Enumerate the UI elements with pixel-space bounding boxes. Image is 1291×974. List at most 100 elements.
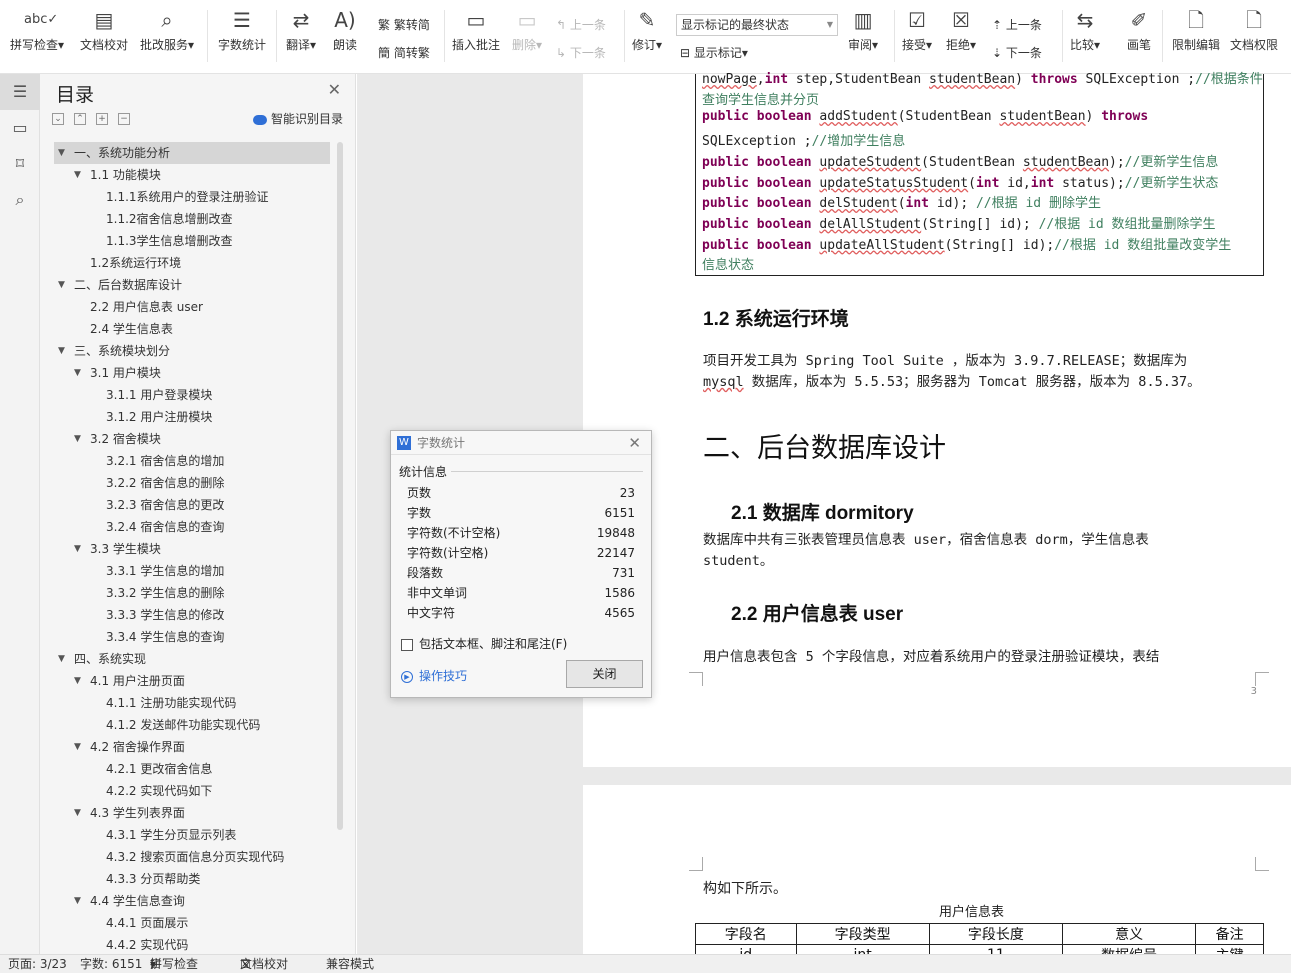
tips-link[interactable]: ▶ 操作技巧 xyxy=(401,667,467,684)
table-header-cell: 字段类型 xyxy=(795,923,930,945)
prev-change-button[interactable]: ⇡ 上一条 xyxy=(992,16,1042,33)
toc-item[interactable]: 4.3.3 分页帮助类 xyxy=(54,868,330,890)
spell-check-button[interactable]: abc✓ 拼写检查▾ xyxy=(10,6,64,53)
doc-permission-button[interactable]: 🗋 文档权限 xyxy=(1230,6,1278,53)
toc-item[interactable]: 4.1.1 注册功能实现代码 xyxy=(54,692,330,714)
toc-item[interactable]: 3.3.1 学生信息的增加 xyxy=(54,560,330,582)
delete-comment-button[interactable]: ▭ 删除▾ xyxy=(512,6,542,53)
paragraph-db-2: student。 xyxy=(703,553,774,569)
toc-item[interactable]: 3.2.3 宿舍信息的更改 xyxy=(54,494,330,516)
toc-item[interactable]: ▼ 二、后台数据库设计 xyxy=(54,274,330,296)
code-token: ); xyxy=(1109,154,1125,170)
toc-item[interactable]: ▼ 3.3 学生模块 xyxy=(54,538,330,560)
chevron-down-icon[interactable]: ▼ xyxy=(74,164,81,186)
simp-to-trad-button[interactable]: 簡 简转繁 xyxy=(378,44,430,61)
doc-proof-button[interactable]: ▤ 文档校对 xyxy=(80,6,128,53)
toc-item[interactable]: 3.3.2 学生信息的删除 xyxy=(54,582,330,604)
toc-item[interactable]: 4.1.2 发送邮件功能实现代码 xyxy=(54,714,330,736)
restrict-edit-button[interactable]: 🗋 限制编辑 xyxy=(1172,6,1220,53)
toc-item[interactable]: ▼ 四、系统实现 xyxy=(54,648,330,670)
toc-item[interactable]: 4.4.1 页面展示 xyxy=(54,912,330,934)
toc-item[interactable]: ▼ 4.3 学生列表界面 xyxy=(54,802,330,824)
smart-toc-button[interactable]: 智能识别目录 xyxy=(252,110,343,127)
toc-item[interactable]: 1.1.1系统用户的登录注册验证 xyxy=(54,186,330,208)
remove-heading-icon[interactable]: − xyxy=(118,113,130,125)
next-change-button[interactable]: ⇣ 下一条 xyxy=(992,44,1042,61)
toc-item[interactable]: ▼ 3.1 用户模块 xyxy=(54,362,330,384)
revise-button[interactable]: ✎ 修订▾ xyxy=(632,6,662,53)
toc-item[interactable]: 4.3.1 学生分页显示列表 xyxy=(54,824,330,846)
review-button[interactable]: ▥ 审阅▾ xyxy=(848,6,878,53)
toc-item[interactable]: ▼ 三、系统模块划分 xyxy=(54,340,330,362)
toc-item[interactable]: 3.1.2 用户注册模块 xyxy=(54,406,330,428)
status-spell-check[interactable]: ☑ 拼写检查 ▾ xyxy=(150,955,198,974)
close-icon[interactable]: ✕ xyxy=(628,431,641,455)
close-icon[interactable]: ✕ xyxy=(328,80,341,99)
toc-item[interactable]: 1.1.3学生信息增删改查 xyxy=(54,230,330,252)
code-token: (int id); xyxy=(897,196,976,212)
toc-item[interactable]: ▼ 1.1 功能模块 xyxy=(54,164,330,186)
word-count-button[interactable]: ☰ 字数统计 xyxy=(218,6,266,53)
translate-button[interactable]: ⇄ 翻译▾ xyxy=(286,6,316,53)
prev-comment-button[interactable]: ↰ 上一条 xyxy=(556,16,606,33)
reject-icon: ☒ xyxy=(952,8,970,32)
dialog-titlebar[interactable]: W 字数统计 ✕ xyxy=(391,431,651,455)
expand-all-icon[interactable]: ⌃ xyxy=(74,113,86,125)
pen-button[interactable]: ✐ 画笔 xyxy=(1126,6,1152,53)
chevron-down-icon[interactable]: ▼ xyxy=(74,890,81,912)
search-icon[interactable]: ⌕ xyxy=(0,182,40,218)
insert-comment-button[interactable]: ▭ 插入批注 xyxy=(452,6,500,53)
chevron-down-icon[interactable]: ▼ xyxy=(74,736,81,758)
chevron-down-icon[interactable]: ▼ xyxy=(58,142,65,164)
toc-item[interactable]: 4.4.2 实现代码 xyxy=(54,934,330,952)
chevron-down-icon[interactable]: ▼ xyxy=(74,362,81,384)
next-comment-button[interactable]: ↳ 下一条 xyxy=(556,44,606,61)
toc-item[interactable]: ▼ 3.2 宿舍模块 xyxy=(54,428,330,450)
code-token: studentBean xyxy=(929,72,1016,87)
show-markup-button[interactable]: ⊟ 显示标记▾ xyxy=(680,44,748,61)
toc-item[interactable]: ▼ 一、系统功能分析 xyxy=(54,142,330,164)
chapter-icon[interactable]: ▭ xyxy=(0,110,40,146)
markup-state-select[interactable]: 显示标记的最终状态 ▼ xyxy=(676,14,838,36)
toc-panel-icon[interactable]: ☰ xyxy=(0,74,40,110)
toc-item[interactable]: 3.3.3 学生信息的修改 xyxy=(54,604,330,626)
add-heading-icon[interactable]: + xyxy=(96,113,108,125)
collapse-all-icon[interactable]: ⌄ xyxy=(52,113,64,125)
chevron-down-icon[interactable]: ▼ xyxy=(58,340,65,362)
toc-item[interactable]: 3.2.1 宿舍信息的增加 xyxy=(54,450,330,472)
toc-scrollbar[interactable] xyxy=(337,142,343,830)
toc-item[interactable]: 3.3.4 学生信息的查询 xyxy=(54,626,330,648)
toc-item[interactable]: 4.3.2 搜索页面信息分页实现代码 xyxy=(54,846,330,868)
chevron-down-icon[interactable]: ▼ xyxy=(58,648,65,670)
chevron-down-icon[interactable]: ▼ xyxy=(74,428,81,450)
chevron-down-icon[interactable]: ▼ xyxy=(58,274,65,296)
trad-to-simp-button[interactable]: 繁 繁转简 xyxy=(378,16,430,33)
toc-item[interactable]: 3.1.1 用户登录模块 xyxy=(54,384,330,406)
read-aloud-button[interactable]: A) 朗读 xyxy=(332,6,358,53)
chevron-down-icon[interactable]: ▼ xyxy=(74,670,81,692)
status-page[interactable]: 页面: 3/23 xyxy=(8,955,67,974)
toc-item[interactable]: 3.2.4 宿舍信息的查询 xyxy=(54,516,330,538)
include-footnotes-checkbox[interactable]: 包括文本框、脚注和尾注(F) xyxy=(401,635,567,652)
accept-button[interactable]: ☑ 接受▾ xyxy=(902,6,932,53)
toc-item[interactable]: 2.4 学生信息表 xyxy=(54,318,330,340)
toc-item[interactable]: 4.2.1 更改宿舍信息 xyxy=(54,758,330,780)
chevron-down-icon[interactable]: ▼ xyxy=(74,538,81,560)
bookmark-icon[interactable]: ⌑ xyxy=(0,146,40,182)
toc-item[interactable]: ▼ 4.2 宿舍操作界面 xyxy=(54,736,330,758)
reject-button[interactable]: ☒ 拒绝▾ xyxy=(946,6,976,53)
status-words[interactable]: 字数: 6151 xyxy=(80,955,142,974)
toc-item[interactable]: ▼ 4.1 用户注册页面 xyxy=(54,670,330,692)
chevron-down-icon[interactable]: ▼ xyxy=(74,802,81,824)
toc-item[interactable]: 1.2系统运行环境 xyxy=(54,252,330,274)
toc-item[interactable]: 3.2.2 宿舍信息的删除 xyxy=(54,472,330,494)
close-button[interactable]: 关闭 xyxy=(566,660,643,688)
toc-item[interactable]: 2.2 用户信息表 user xyxy=(54,296,330,318)
toc-item[interactable]: ▼ 4.4 学生信息查询 xyxy=(54,890,330,912)
batch-service-button[interactable]: ⌕ 批改服务▾ xyxy=(140,6,194,53)
toc-item[interactable]: 1.1.2宿舍信息增删改查 xyxy=(54,208,330,230)
code-token: //根据 id 删除学生 xyxy=(975,196,1101,212)
pen-icon: ✐ xyxy=(1130,8,1148,32)
toc-item[interactable]: 4.2.2 实现代码如下 xyxy=(54,780,330,802)
compare-button[interactable]: ⇆ 比较▾ xyxy=(1070,6,1100,53)
